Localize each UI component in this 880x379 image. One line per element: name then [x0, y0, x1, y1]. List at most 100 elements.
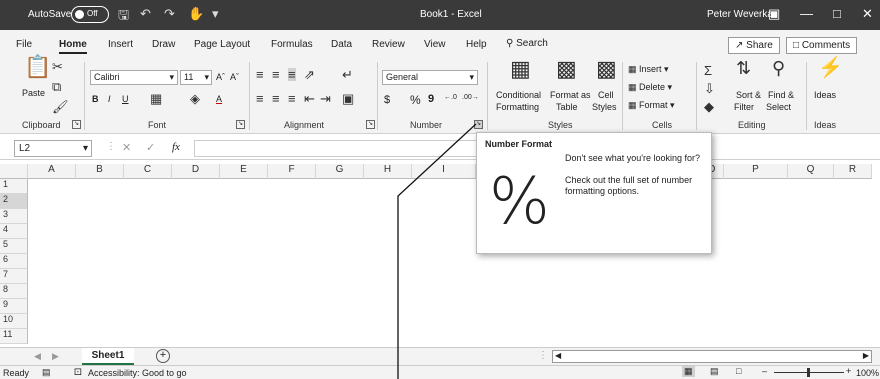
zoom-slider-handle[interactable]	[807, 368, 810, 377]
format-as-table-line1[interactable]: Format as	[550, 90, 591, 100]
percent-style-button[interactable]: %	[410, 93, 421, 107]
conditional-formatting-line2[interactable]: Formatting	[496, 102, 539, 112]
tab-file[interactable]: File	[16, 39, 32, 50]
new-sheet-button[interactable]: +	[156, 349, 170, 363]
row-header[interactable]: 3	[0, 209, 28, 224]
redo-icon[interactable]: ↷	[164, 6, 175, 22]
top-align-icon[interactable]: ≡	[256, 68, 264, 81]
format-cells-button[interactable]: ▦ Format ▾	[628, 100, 675, 111]
column-header[interactable]: A	[28, 164, 76, 179]
scroll-left-icon[interactable]: ◀	[555, 351, 561, 360]
font-name-combo[interactable]: Calibri ▾	[90, 70, 178, 85]
row-header[interactable]: 9	[0, 299, 28, 314]
row-header[interactable]: 10	[0, 314, 28, 329]
worksheet-grid[interactable]	[28, 179, 880, 347]
sort-filter-line2[interactable]: Filter	[734, 102, 754, 112]
row-header-selected[interactable]: 2	[0, 194, 28, 209]
tab-formulas[interactable]: Formulas	[271, 39, 313, 50]
minimize-button[interactable]: —	[800, 6, 813, 21]
horizontal-scrollbar[interactable]: ◀ ▶	[552, 350, 872, 363]
zoom-in-button[interactable]: +	[846, 366, 851, 376]
page-break-view-icon[interactable]: □	[736, 366, 741, 376]
formula-input[interactable]	[194, 140, 480, 157]
column-header[interactable]: R	[834, 164, 872, 179]
increase-decimal-icon[interactable]: ←.0	[444, 94, 457, 101]
zoom-out-button[interactable]: –	[762, 366, 767, 376]
merge-center-icon[interactable]: ▣	[342, 92, 354, 105]
delete-cells-button[interactable]: ▦ Delete ▾	[628, 82, 672, 93]
tab-view[interactable]: View	[424, 39, 446, 50]
conditional-formatting-icon[interactable]: ▦	[510, 58, 531, 80]
select-all-corner[interactable]	[0, 164, 28, 179]
clipboard-launcher[interactable]: ↘	[72, 120, 81, 129]
next-sheet-icon[interactable]: ▶	[52, 351, 59, 362]
ribbon-display-icon[interactable]: ▣	[768, 6, 780, 22]
column-header[interactable]: G	[316, 164, 364, 179]
bottom-align-icon[interactable]: ≡	[288, 68, 296, 81]
touch-mode-icon[interactable]: ✋	[188, 6, 204, 22]
find-select-line1[interactable]: Find &	[768, 90, 794, 100]
align-left-icon[interactable]: ≡	[256, 92, 264, 105]
row-header[interactable]: 8	[0, 284, 28, 299]
decrease-indent-icon[interactable]: ⇤	[304, 92, 315, 105]
fill-icon[interactable]: ⇩	[704, 82, 715, 95]
cancel-entry-button[interactable]: ✕	[122, 141, 131, 154]
column-header[interactable]: D	[172, 164, 220, 179]
italic-button[interactable]: I	[108, 94, 111, 104]
sheet-tab[interactable]: Sheet1	[82, 348, 134, 365]
middle-align-icon[interactable]: ≡	[272, 68, 280, 81]
align-right-icon[interactable]: ≡	[288, 92, 296, 105]
comments-button[interactable]: □ Comments	[786, 37, 858, 54]
autosum-icon[interactable]: Σ	[704, 64, 712, 77]
tab-home[interactable]: Home	[59, 39, 87, 54]
paste-icon[interactable]: 📋	[24, 56, 51, 78]
number-format-launcher[interactable]: ↘	[474, 120, 483, 129]
column-header[interactable]: P	[724, 164, 788, 179]
comma-style-button[interactable]: 9	[428, 93, 434, 105]
save-icon[interactable]: 🖫	[118, 6, 129, 28]
shrink-font-icon[interactable]: Aˇ	[230, 72, 239, 82]
copy-icon[interactable]: ⧉	[52, 80, 61, 93]
increase-indent-icon[interactable]: ⇥	[320, 92, 331, 105]
tab-page-layout[interactable]: Page Layout	[194, 39, 250, 50]
row-header[interactable]: 11	[0, 329, 28, 344]
user-name[interactable]: Peter Weverka	[707, 9, 773, 20]
name-box[interactable]: L2 ▾	[14, 140, 92, 157]
column-header[interactable]: C	[124, 164, 172, 179]
cell-styles-line2[interactable]: Styles	[592, 102, 617, 112]
insert-function-button[interactable]: fx	[172, 141, 180, 153]
paste-button[interactable]: Paste	[22, 88, 45, 98]
tab-review[interactable]: Review	[372, 39, 405, 50]
font-launcher[interactable]: ↘	[236, 120, 245, 129]
share-button[interactable]: ↗ Share	[728, 37, 780, 54]
column-header[interactable]: B	[76, 164, 124, 179]
sort-filter-line1[interactable]: Sort &	[736, 90, 761, 100]
accessibility-icon[interactable]: ⚀	[74, 367, 82, 378]
format-as-table-line2[interactable]: Table	[556, 102, 578, 112]
font-color-icon[interactable]: A	[216, 94, 222, 104]
sort-filter-icon[interactable]: ⇅	[736, 59, 751, 77]
grow-font-icon[interactable]: Aˆ	[216, 72, 225, 82]
column-header[interactable]: E	[220, 164, 268, 179]
tab-draw[interactable]: Draw	[152, 39, 175, 50]
maximize-button[interactable]: □	[833, 6, 841, 21]
column-header[interactable]: H	[364, 164, 412, 179]
scroll-right-icon[interactable]: ▶	[863, 351, 869, 360]
wrap-text-icon[interactable]: ↵	[342, 68, 353, 81]
cell-styles-icon[interactable]: ▩	[596, 58, 617, 80]
page-layout-view-icon[interactable]: ▤	[710, 366, 719, 377]
number-format-combo[interactable]: General ▾	[382, 70, 478, 85]
conditional-formatting-line1[interactable]: Conditional	[496, 90, 541, 100]
column-header[interactable]: Q	[788, 164, 834, 179]
macro-record-icon[interactable]: ▤	[42, 367, 51, 378]
row-header[interactable]: 4	[0, 224, 28, 239]
font-size-combo[interactable]: 11 ▾	[180, 70, 212, 85]
currency-format-button[interactable]: $	[384, 94, 390, 106]
format-painter-icon[interactable]: 🖌	[52, 100, 69, 113]
ideas-button[interactable]: Ideas	[814, 90, 836, 100]
undo-icon[interactable]: ↶	[140, 6, 151, 22]
cut-icon[interactable]: ✂	[52, 60, 63, 73]
accessibility-status[interactable]: Accessibility: Good to go	[88, 368, 187, 378]
zoom-slider[interactable]	[774, 368, 844, 377]
confirm-entry-button[interactable]: ✓	[146, 141, 155, 154]
